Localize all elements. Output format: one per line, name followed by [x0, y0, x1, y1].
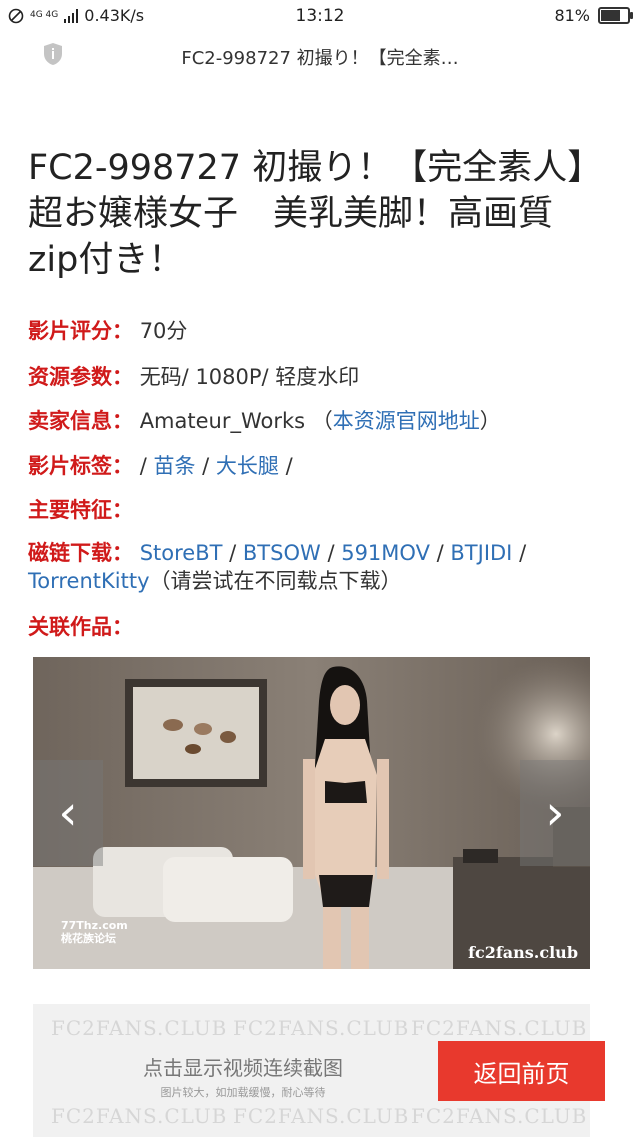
tag-link[interactable]: 苗条 — [153, 454, 195, 478]
seller-label: 卖家信息 — [28, 409, 112, 433]
battery-icon — [598, 7, 633, 24]
status-bar: 4G 4G 0.43K/s 13:12 81% — [0, 0, 640, 34]
related-label: 关联作品 — [28, 615, 112, 639]
page-tab-title[interactable]: FC2-998727 初撮り！【完全素… — [0, 44, 640, 70]
panel-watermark: FC2FANS.CLUB — [233, 1016, 410, 1040]
panel-watermark: FC2FANS.CLUB — [51, 1016, 228, 1040]
panel-watermark: FC2FANS.CLUB — [51, 1104, 228, 1128]
tags-colon: ： — [112, 454, 133, 478]
link-separator: / — [519, 541, 527, 565]
tags-row: 影片标签： / 苗条 / 大长腿 / — [28, 451, 608, 481]
loading-hint: 图片较大，如加载缓慢，耐心等待 — [160, 1086, 326, 1099]
carousel-prev-button[interactable]: ‹ — [33, 760, 103, 866]
status-right: 81% — [554, 6, 633, 25]
rating-row: 影片评分： 70分 — [28, 316, 608, 346]
tag-separator: / — [139, 454, 147, 478]
magnet-label: 磁链下载 — [28, 541, 112, 565]
watermark-site: 77Thz.com — [61, 919, 128, 932]
address-bar[interactable]: FC2-998727 初撮り！【完全素… — [0, 34, 640, 78]
panel-watermark: FC2FANS.CLUB — [233, 1104, 410, 1128]
image-watermark-right: fc2fans.club — [468, 943, 578, 962]
params-value: 无码/ 1080P/ 轻度水印 — [139, 365, 360, 389]
seller-official-link[interactable]: 本资源官网地址 — [333, 409, 480, 433]
link-separator: / — [327, 541, 335, 565]
magnet-link-btjidi[interactable]: BTJIDI — [450, 541, 512, 565]
seller-paren-open: （ — [311, 409, 333, 433]
clock: 13:12 — [295, 6, 345, 26]
seller-paren-close: ） — [479, 409, 501, 433]
related-colon: ： — [112, 615, 133, 639]
page-title: FC2-998727 初撮り！【完全素人】超お嬢様女子 美乳美脚！高画質zip付… — [28, 148, 585, 280]
rating-value: 70分 — [139, 319, 188, 343]
show-screenshots-text[interactable]: 点击显示视频连续截图 — [33, 1052, 453, 1081]
params-row: 资源参数： 无码/ 1080P/ 轻度水印 — [28, 362, 608, 392]
link-separator: / — [229, 541, 237, 565]
chevron-left-icon: ‹ — [58, 785, 78, 841]
features-row: 主要特征： — [28, 495, 608, 525]
seller-colon: ： — [112, 409, 133, 433]
image-watermark-left: 77Thz.com 桃花族论坛 — [61, 919, 128, 945]
tag-link[interactable]: 大长腿 — [216, 454, 279, 478]
image-carousel[interactable]: ‹ › 77Thz.com 桃花族论坛 fc2fans.club — [33, 657, 590, 969]
watermark-forum: 桃花族论坛 — [61, 932, 116, 945]
seller-name: Amateur_Works — [139, 409, 306, 433]
tag-separator: / — [202, 454, 210, 478]
panel-watermark: FC2FANS.CLUB — [411, 1016, 588, 1040]
magnet-row: 磁链下载： StoreBT / BTSOW / 591MOV / BTJIDI … — [28, 539, 608, 595]
battery-percent: 81% — [554, 6, 590, 25]
related-row: 关联作品： — [28, 612, 608, 642]
magnet-link-btsow[interactable]: BTSOW — [243, 541, 321, 565]
tag-separator: / — [285, 454, 293, 478]
seller-row: 卖家信息： Amateur_Works （本资源官网地址） — [28, 406, 608, 436]
back-button[interactable]: 返回前页 — [438, 1041, 605, 1101]
rating-label: 影片评分 — [28, 319, 112, 343]
magnet-link-591mov[interactable]: 591MOV — [341, 541, 430, 565]
magnet-note: （请尝试在不同载点下载） — [149, 569, 402, 593]
features-label: 主要特征 — [28, 498, 112, 522]
chevron-right-icon: › — [545, 785, 565, 841]
carousel-next-button[interactable]: › — [520, 760, 590, 866]
params-label: 资源参数 — [28, 365, 112, 389]
rating-colon: ： — [112, 319, 133, 343]
magnet-link-torrentkitty[interactable]: TorrentKitty — [28, 569, 150, 593]
link-separator: / — [436, 541, 444, 565]
panel-watermark: FC2FANS.CLUB — [411, 1104, 588, 1128]
magnet-link-storebt[interactable]: StoreBT — [140, 541, 223, 565]
params-colon: ： — [112, 365, 133, 389]
magnet-colon: ： — [112, 541, 133, 565]
tags-label: 影片标签 — [28, 454, 112, 478]
features-colon: ： — [112, 498, 133, 522]
